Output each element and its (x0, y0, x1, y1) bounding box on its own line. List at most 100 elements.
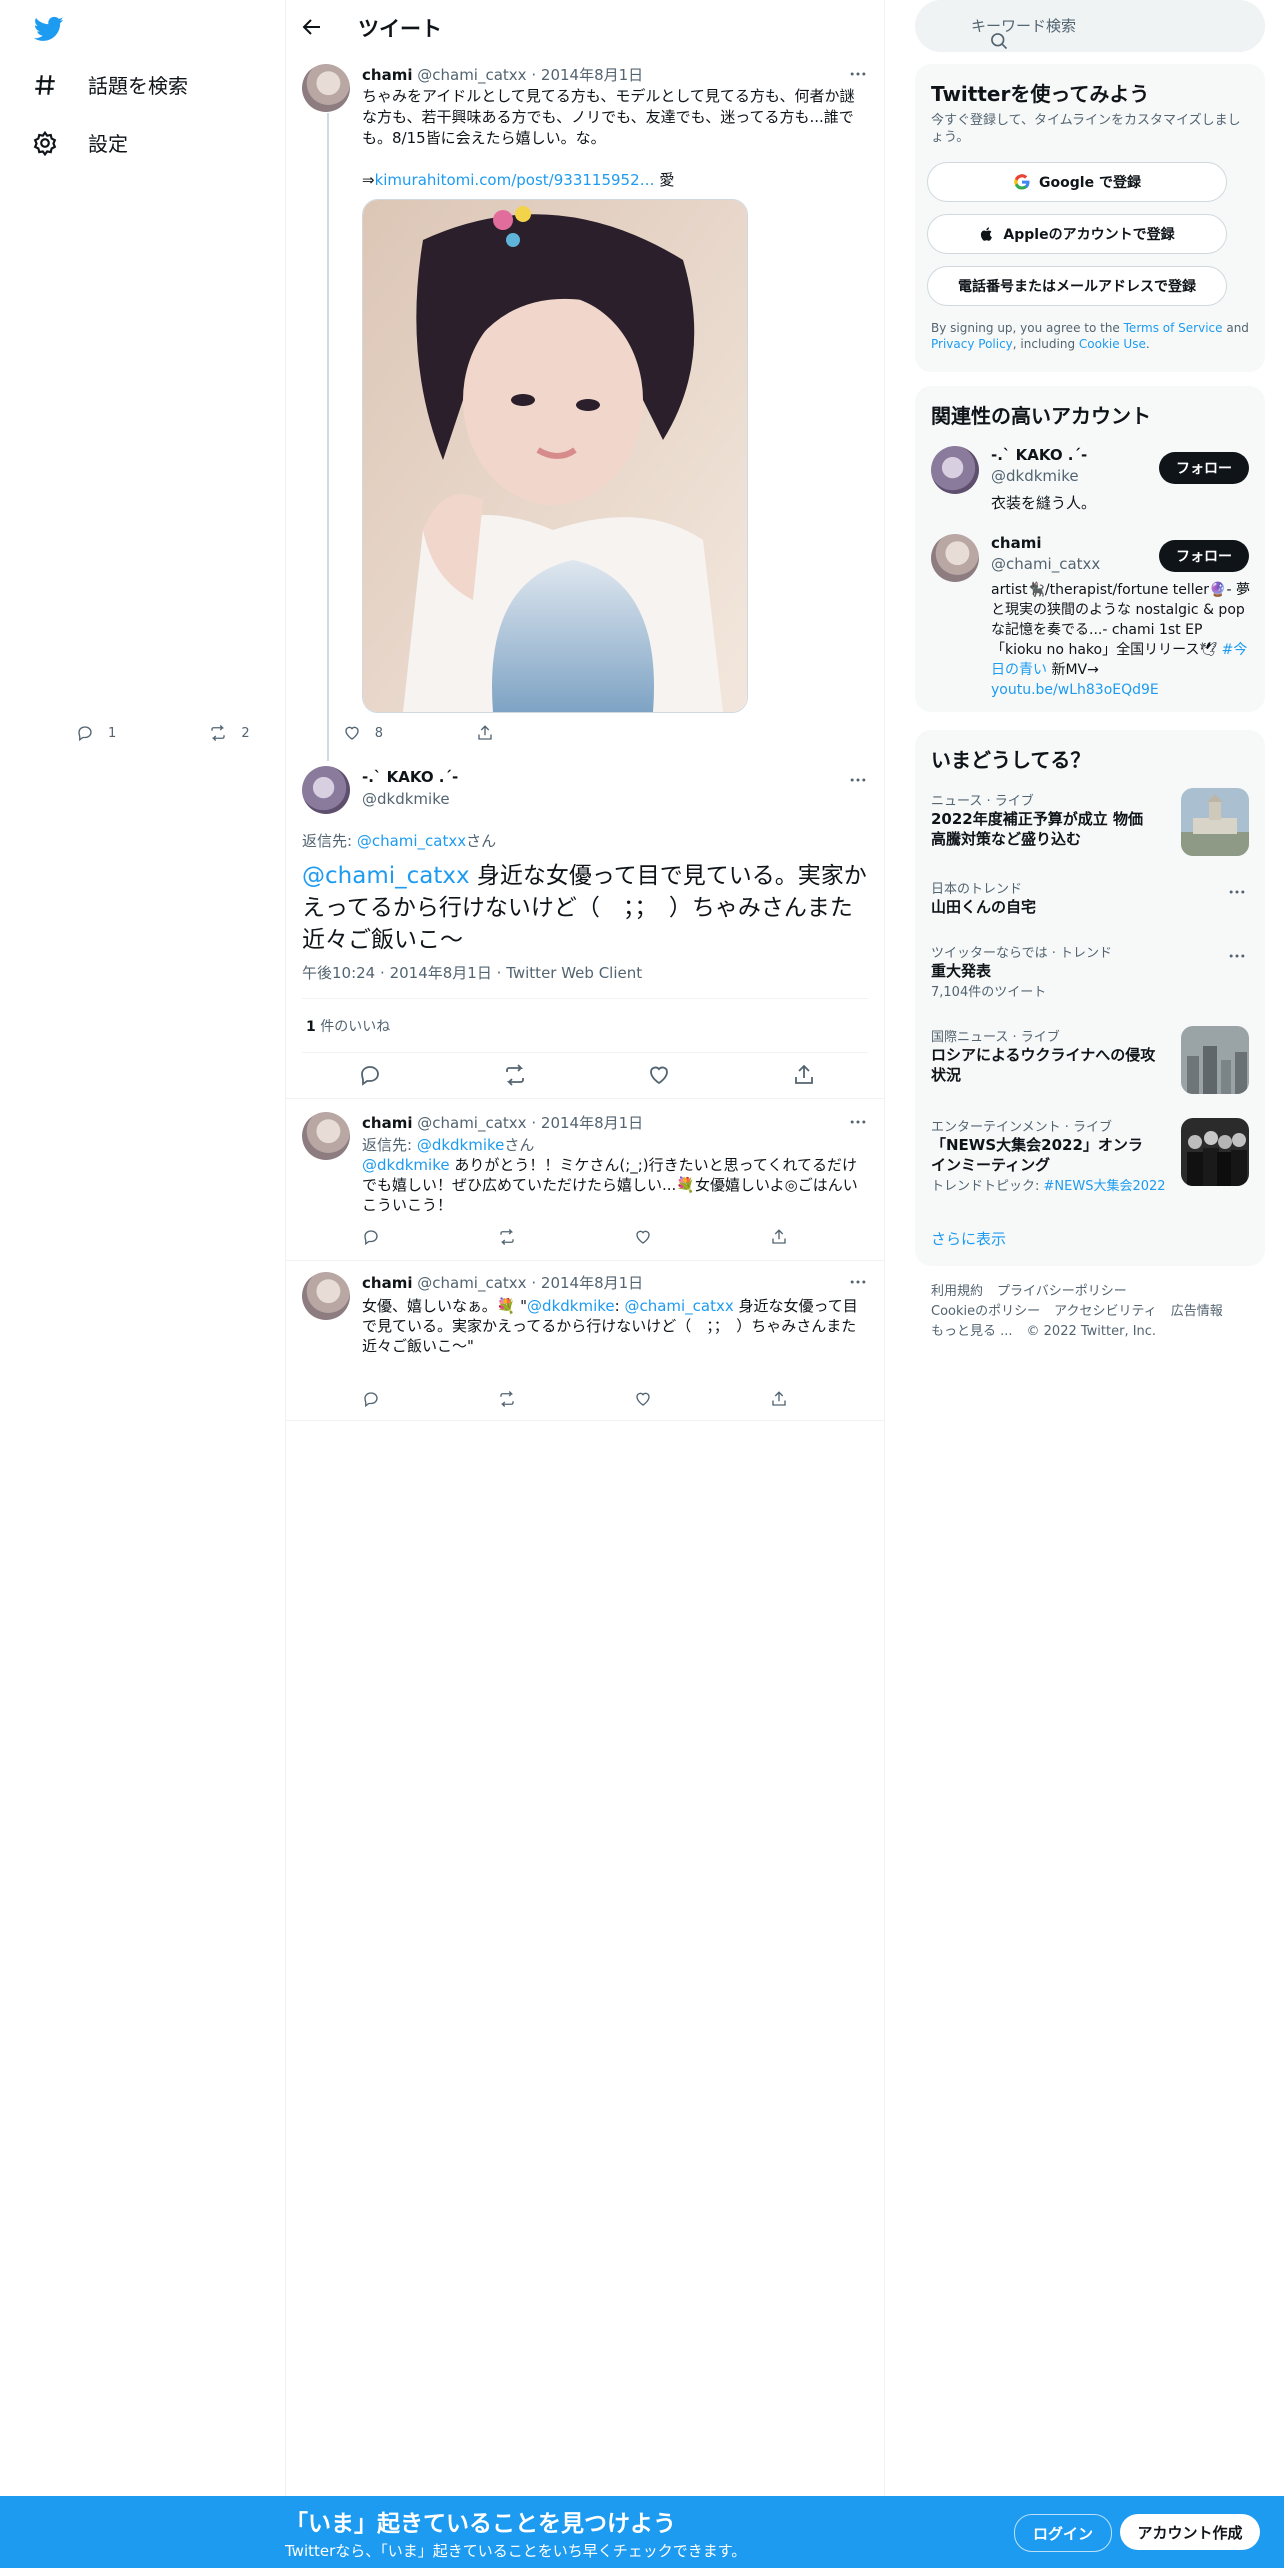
footer-terms-link[interactable]: 利用規約 (931, 1284, 983, 1299)
hashtag-icon (32, 72, 58, 98)
mention-link[interactable]: @chami_catxx (624, 1297, 733, 1315)
trend-hashtag-link[interactable]: #NEWS大集会2022 (1044, 1179, 1166, 1194)
tweet-date[interactable]: 2014年8月1日 (541, 1274, 643, 1292)
retweet-button[interactable]: 2 (209, 724, 342, 742)
privacy-link[interactable]: Privacy Policy (931, 337, 1013, 351)
avatar[interactable] (931, 446, 979, 494)
footer-more-link[interactable]: もっと見る ... (931, 1324, 1013, 1339)
retweet-icon[interactable] (498, 1390, 634, 1408)
account-bio: 衣装を縫う人。 (991, 494, 1097, 512)
account-name[interactable]: -.` KAKO .´- (991, 446, 1087, 464)
phone-email-signup-button[interactable]: 電話番号またはメールアドレスで登録 (927, 266, 1227, 306)
tweet-time[interactable]: 午後10:24 (302, 964, 375, 982)
google-signup-button[interactable]: Google で登録 (927, 162, 1227, 202)
account-handle[interactable]: @dkdkmike (991, 467, 1079, 485)
author-name[interactable]: chami (362, 1114, 412, 1132)
legal-text: . (1145, 337, 1150, 351)
mention-link[interactable]: @dkdkmike (527, 1297, 615, 1315)
back-arrow-icon[interactable] (300, 15, 324, 39)
search-input[interactable]: キーワード検索 (915, 0, 1265, 52)
reply-suffix: さん (466, 832, 497, 850)
trend-topic-label: トレンドトピック: (931, 1179, 1044, 1194)
like-button[interactable]: 8 (343, 724, 476, 742)
share-icon[interactable] (770, 1390, 788, 1408)
login-button[interactable]: ログイン (1014, 2514, 1112, 2552)
trend-item[interactable]: ツイッターならでは · トレンド 重大発表 7,104件のツイート (931, 942, 1251, 1000)
avatar[interactable] (302, 1112, 350, 1160)
author-name[interactable]: chami (362, 66, 412, 84)
show-more-link[interactable]: さらに表示 (931, 1228, 1006, 1249)
footer-ads-link[interactable]: 広告情報 (1171, 1304, 1223, 1319)
divider (302, 1052, 868, 1053)
heart-icon[interactable] (634, 1228, 770, 1246)
tweet-link[interactable]: kimurahitomi.com/post/933115952… (375, 171, 655, 189)
divider (286, 1098, 884, 1099)
avatar[interactable] (302, 1272, 350, 1320)
trend-item[interactable]: 日本のトレンド 山田くんの自宅 (931, 878, 1251, 917)
more-icon[interactable] (1227, 946, 1247, 966)
tweet-photo[interactable] (362, 199, 748, 713)
reply-icon[interactable] (358, 1063, 382, 1087)
nav-settings[interactable]: 設定 (32, 128, 128, 157)
reply-to-link[interactable]: @chami_catxx (357, 832, 466, 850)
mention-link[interactable]: @chami_catxx (302, 863, 470, 889)
more-icon[interactable] (848, 64, 868, 84)
heart-icon[interactable] (634, 1390, 770, 1408)
heart-icon[interactable] (647, 1063, 671, 1087)
author-name[interactable]: -.` KAKO .´- (362, 768, 458, 786)
signup-button[interactable]: アカウント作成 (1120, 2514, 1260, 2550)
author-handle[interactable]: @chami_catxx (417, 66, 526, 84)
trend-category: ツイッターならでは · トレンド (931, 946, 1113, 961)
avatar[interactable] (302, 766, 350, 814)
trend-thumbnail (1181, 1026, 1249, 1094)
tweet-header: chami @chami_catxx · 2014年8月1日 (362, 1112, 643, 1133)
retweet-icon[interactable] (498, 1228, 634, 1246)
signup-banner: 「いま」起きていることを見つけよう Twitterなら、「いま」起きていることを… (0, 2496, 1284, 2568)
tweet-actions (362, 1390, 792, 1408)
author-name[interactable]: chami (362, 1274, 412, 1292)
terms-link[interactable]: Terms of Service (1124, 321, 1223, 335)
twitter-logo-icon[interactable] (32, 14, 66, 44)
reply-to-link[interactable]: @dkdkmike (417, 1136, 505, 1154)
nav-explore[interactable]: 話題を検索 (32, 70, 188, 99)
share-icon[interactable] (770, 1228, 788, 1246)
more-icon[interactable] (848, 1272, 868, 1292)
cookie-link[interactable]: Cookie Use (1079, 337, 1146, 351)
more-icon[interactable] (848, 1112, 868, 1132)
avatar[interactable] (302, 64, 350, 112)
author-handle[interactable]: @dkdkmike (362, 790, 450, 808)
legal-text: , including (1012, 337, 1079, 351)
reply-icon[interactable] (362, 1228, 498, 1246)
tweet-actions (358, 1063, 816, 1087)
reply-icon[interactable] (362, 1390, 498, 1408)
arrow-text: ⇒ (362, 171, 375, 189)
trend-thumbnail (1181, 1118, 1249, 1186)
share-button[interactable] (476, 724, 506, 742)
footer-accessibility-link[interactable]: アクセシビリティ (1054, 1304, 1157, 1319)
footer-cookie-link[interactable]: Cookieのポリシー (931, 1304, 1040, 1319)
more-icon[interactable] (1227, 882, 1247, 902)
like-count: 8 (374, 725, 384, 741)
tweet-date[interactable]: 2014年8月1日 (541, 1114, 643, 1132)
avatar[interactable] (931, 534, 979, 582)
tweet-date[interactable]: 2014年8月1日 (541, 66, 643, 84)
mention-link[interactable]: @dkdkmike (362, 1156, 450, 1174)
retweet-icon[interactable] (503, 1063, 527, 1087)
google-icon (1013, 173, 1031, 191)
author-handle[interactable]: @chami_catxx (417, 1274, 526, 1292)
account-handle[interactable]: @chami_catxx (991, 555, 1100, 573)
trends-card: いまどうしてる？ ニュース · ライブ 2022年度補正予算が成立 物価高騰対策… (915, 730, 1265, 1266)
follow-button[interactable]: フォロー (1159, 540, 1249, 572)
share-icon[interactable] (792, 1063, 816, 1087)
apple-signup-button[interactable]: Appleのアカウントで登録 (927, 214, 1227, 254)
tweet-date[interactable]: 2014年8月1日 (390, 964, 492, 982)
reply-button[interactable]: 1 (76, 724, 209, 742)
author-handle[interactable]: @chami_catxx (417, 1114, 526, 1132)
bio-link[interactable]: youtu.be/wLh83oEQd9E (991, 682, 1159, 698)
likes-summary[interactable]: 1 件のいいね (306, 1016, 390, 1036)
more-icon[interactable] (848, 770, 868, 790)
google-signup-label: Google で登録 (1039, 175, 1141, 191)
account-name[interactable]: chami (991, 534, 1041, 552)
follow-button[interactable]: フォロー (1159, 452, 1249, 484)
footer-privacy-link[interactable]: プライバシーポリシー (997, 1284, 1127, 1299)
